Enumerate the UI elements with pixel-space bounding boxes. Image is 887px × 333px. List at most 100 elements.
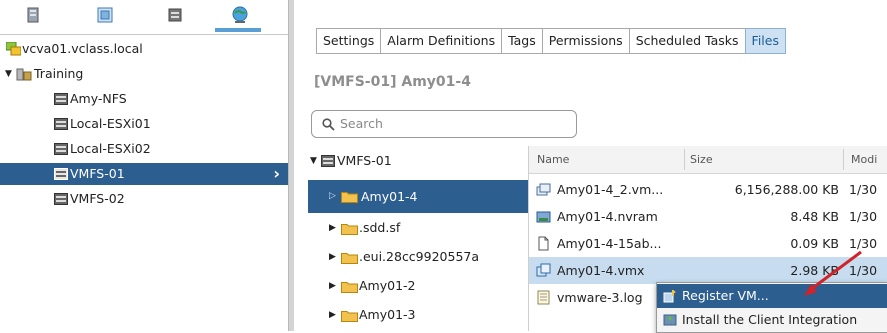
folder-icon (341, 192, 358, 203)
install-plugin-icon (663, 314, 677, 326)
tree-item-datastore[interactable]: Local-ESXi01 (0, 113, 288, 135)
tree-item-datastore[interactable]: VMFS-02 (0, 188, 288, 210)
file-date: 1/30 (849, 209, 878, 224)
datastore-icon (54, 168, 68, 180)
chevron-right-icon[interactable]: › (273, 163, 280, 185)
menu-item-register-vm[interactable]: Register VM... (657, 284, 887, 308)
menu-item-label: Install the Client Integration (682, 312, 858, 327)
folder-label: .eui.28cc9920557a (359, 249, 480, 264)
file-date: 1/30 (849, 236, 878, 251)
folder-label: VMFS-01 (337, 153, 392, 168)
page-title: [VMFS-01] Amy01-4 (314, 74, 471, 90)
search-icon (322, 118, 335, 131)
column-divider[interactable] (843, 149, 844, 170)
networking-icon[interactable] (229, 4, 251, 26)
datastore-icon (54, 143, 68, 155)
tree-item-label: VMFS-02 (70, 191, 125, 206)
file-name: Amy01-4_2.vm... (557, 182, 664, 197)
folder-item[interactable]: ▶ Amy01-2 (308, 273, 528, 299)
column-header-modified[interactable]: Modi (851, 146, 877, 173)
vmx-file-icon (536, 263, 551, 277)
storage-icon[interactable] (164, 4, 186, 26)
column-divider[interactable] (684, 149, 685, 170)
file-list-header: Name Size Modi (529, 146, 887, 174)
folder-label: Amy01-4 (361, 189, 418, 204)
navigator-panel: vcva01.vclass.local ▼ Training Amy-NFS L… (0, 0, 288, 331)
collapsed-triangle-icon[interactable]: ▶ (329, 215, 336, 241)
search-placeholder: Search (340, 116, 383, 131)
tree-item-datastore-selected[interactable]: VMFS-01 › (0, 163, 288, 185)
navigator-tabs (0, 0, 288, 35)
vcenter-icon (6, 42, 21, 56)
file-name: Amy01-4-15ab... (557, 236, 662, 251)
tab-files[interactable]: Files (744, 28, 786, 54)
tree-item-label: vcva01.vclass.local (22, 41, 143, 56)
datastore-folder-tree: ▼ VMFS-01 ▷ Amy01-4 ▶ .sdd.sf ▶ .eui.28c… (308, 146, 528, 331)
active-tab-underline (215, 28, 261, 32)
tree-item-datastore[interactable]: Amy-NFS (0, 88, 288, 110)
file-name: Amy01-4.nvram (557, 209, 658, 224)
menu-item-install-client-integration[interactable]: Install the Client Integration (657, 308, 887, 332)
tree-item-label: Local-ESXi02 (70, 141, 151, 156)
search-input[interactable]: Search (311, 110, 577, 138)
log-file-icon (537, 290, 550, 305)
hosts-clusters-icon[interactable] (22, 4, 44, 26)
vms-templates-icon[interactable] (94, 4, 116, 26)
folder-item[interactable]: ▶ .eui.28cc9920557a (308, 244, 528, 270)
file-size: 8.48 KB (790, 209, 839, 224)
register-vm-icon (663, 290, 676, 303)
tab-settings[interactable]: Settings (316, 28, 381, 54)
file-row[interactable]: Amy01-4-15ab... 0.09 KB 1/30 (529, 230, 887, 257)
tab-tags[interactable]: Tags (501, 28, 542, 54)
datastore-icon (54, 118, 68, 130)
tree-item-datacenter[interactable]: ▼ Training (0, 63, 288, 85)
collapsed-triangle-icon[interactable]: ▶ (329, 273, 336, 299)
file-row-selected[interactable]: Amy01-4.vmx 2.98 KB 1/30 (529, 257, 887, 284)
tree-item-datastore[interactable]: Local-ESXi02 (0, 138, 288, 160)
tree-item-label: Training (34, 66, 84, 81)
folder-item[interactable]: ▶ Amy01-3 (308, 302, 528, 328)
collapsed-triangle-icon[interactable]: ▷ (329, 180, 336, 213)
file-date: 1/30 (849, 263, 878, 278)
folder-tree-root[interactable]: ▼ VMFS-01 (308, 148, 528, 174)
file-size: 6,156,288.00 KB (734, 182, 839, 197)
sub-tab-bar: Settings Alarm Definitions Tags Permissi… (316, 28, 786, 54)
tab-alarm-definitions[interactable]: Alarm Definitions (380, 28, 502, 54)
folder-icon (341, 282, 358, 293)
file-icon (538, 236, 549, 251)
column-header-name[interactable]: Name (537, 146, 569, 173)
expand-triangle-icon[interactable]: ▼ (310, 148, 317, 174)
expand-triangle-icon[interactable]: ▼ (5, 63, 12, 85)
datastore-icon (321, 155, 335, 167)
file-date: 1/30 (849, 182, 878, 197)
nvram-icon (536, 211, 551, 223)
datastore-icon (54, 93, 68, 105)
tree-item-label: Local-ESXi01 (70, 116, 151, 131)
file-name: vmware-3.log (557, 290, 643, 305)
folder-label: Amy01-3 (359, 307, 416, 322)
folder-icon (341, 311, 358, 322)
folder-item-selected[interactable]: ▷ Amy01-4 (308, 180, 528, 213)
collapsed-triangle-icon[interactable]: ▶ (329, 302, 336, 328)
folder-icon (341, 253, 358, 264)
file-row[interactable]: Amy01-4.nvram 8.48 KB 1/30 (529, 203, 887, 230)
folder-icon (341, 224, 358, 235)
file-size: 0.09 KB (790, 236, 839, 251)
datastore-icon (54, 193, 68, 205)
tree-item-vcenter[interactable]: vcva01.vclass.local (0, 38, 288, 60)
tab-permissions[interactable]: Permissions (541, 28, 629, 54)
folder-item[interactable]: ▶ .sdd.sf (308, 215, 528, 241)
file-name: Amy01-4.vmx (557, 263, 645, 278)
tree-item-label: VMFS-01 (70, 166, 125, 181)
file-row[interactable]: Amy01-4_2.vm... 6,156,288.00 KB 1/30 (529, 176, 887, 203)
tree-item-label: Amy-NFS (70, 91, 127, 106)
menu-item-label: Register VM... (682, 288, 769, 303)
tab-scheduled-tasks[interactable]: Scheduled Tasks (628, 28, 745, 54)
file-size: 2.98 KB (790, 263, 839, 278)
column-header-size[interactable]: Size (690, 146, 713, 173)
datacenter-icon (16, 68, 32, 81)
virtual-disk-icon (536, 183, 551, 196)
collapsed-triangle-icon[interactable]: ▶ (329, 244, 336, 270)
folder-label: Amy01-2 (359, 278, 416, 293)
folder-label: .sdd.sf (359, 220, 401, 235)
